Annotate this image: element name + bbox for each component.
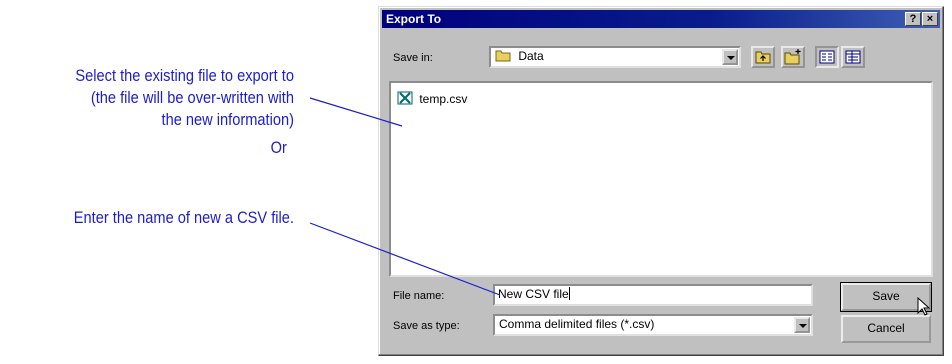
leader-line-name bbox=[309, 222, 501, 296]
leader-line-file bbox=[309, 97, 403, 127]
leader-lines bbox=[309, 97, 501, 296]
